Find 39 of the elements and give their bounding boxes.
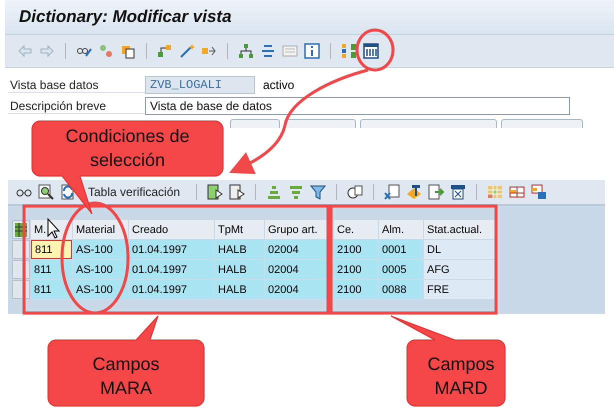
table-cell: 2100: [334, 280, 378, 299]
table-cell: 811: [31, 240, 72, 259]
table-cell: 2100: [334, 260, 378, 279]
status-text: activo: [263, 78, 294, 92]
table-cell: AS-100: [73, 260, 128, 279]
table-cell: 0005: [379, 260, 423, 279]
input-field[interactable]: Vista de base de datos: [145, 97, 570, 115]
table-cell: AS-100: [73, 240, 128, 259]
table-cell: 0088: [379, 280, 423, 299]
table-cell: 0001: [379, 240, 423, 259]
table-cell: DL: [424, 240, 495, 259]
table-cell: 02004: [265, 240, 333, 259]
table-cell: AS-100: [73, 280, 128, 299]
table-cell: HALB: [215, 240, 264, 259]
callout-text: Condiciones de selección: [64, 125, 191, 172]
column-header[interactable]: Ce.: [334, 220, 378, 239]
column-header[interactable]: Material: [73, 220, 128, 239]
callout-text: Campos MARA: [91, 353, 161, 400]
table-cell: 01.04.1997: [129, 280, 214, 299]
table-cell: FRE: [424, 280, 495, 299]
table-cell: 02004: [265, 280, 333, 299]
column-header[interactable]: Alm.: [379, 220, 423, 239]
table-cell: HALB: [215, 260, 264, 279]
column-header[interactable]: Grupo art.: [265, 220, 333, 239]
check-table-button[interactable]: Tabla verificación: [82, 185, 186, 199]
table-cell: 02004: [265, 260, 333, 279]
table-cell: 811: [31, 260, 72, 279]
table-cell: AFG: [424, 260, 495, 279]
input-field[interactable]: ZVB_LOGALI: [145, 76, 255, 94]
table-cell: 01.04.1997: [129, 260, 214, 279]
column-header[interactable]: Stat.actual.: [424, 220, 495, 239]
table-cell: 01.04.1997: [129, 240, 214, 259]
window-title: Dictionary: Modificar vista: [19, 7, 232, 27]
column-header[interactable]: Creado: [129, 220, 214, 239]
table-cell: 2100: [334, 240, 378, 259]
table-cell: 811: [31, 280, 72, 299]
column-header[interactable]: TpMt: [215, 220, 264, 239]
table-cell: HALB: [215, 280, 264, 299]
callout-text: Campos MARD: [426, 353, 496, 400]
